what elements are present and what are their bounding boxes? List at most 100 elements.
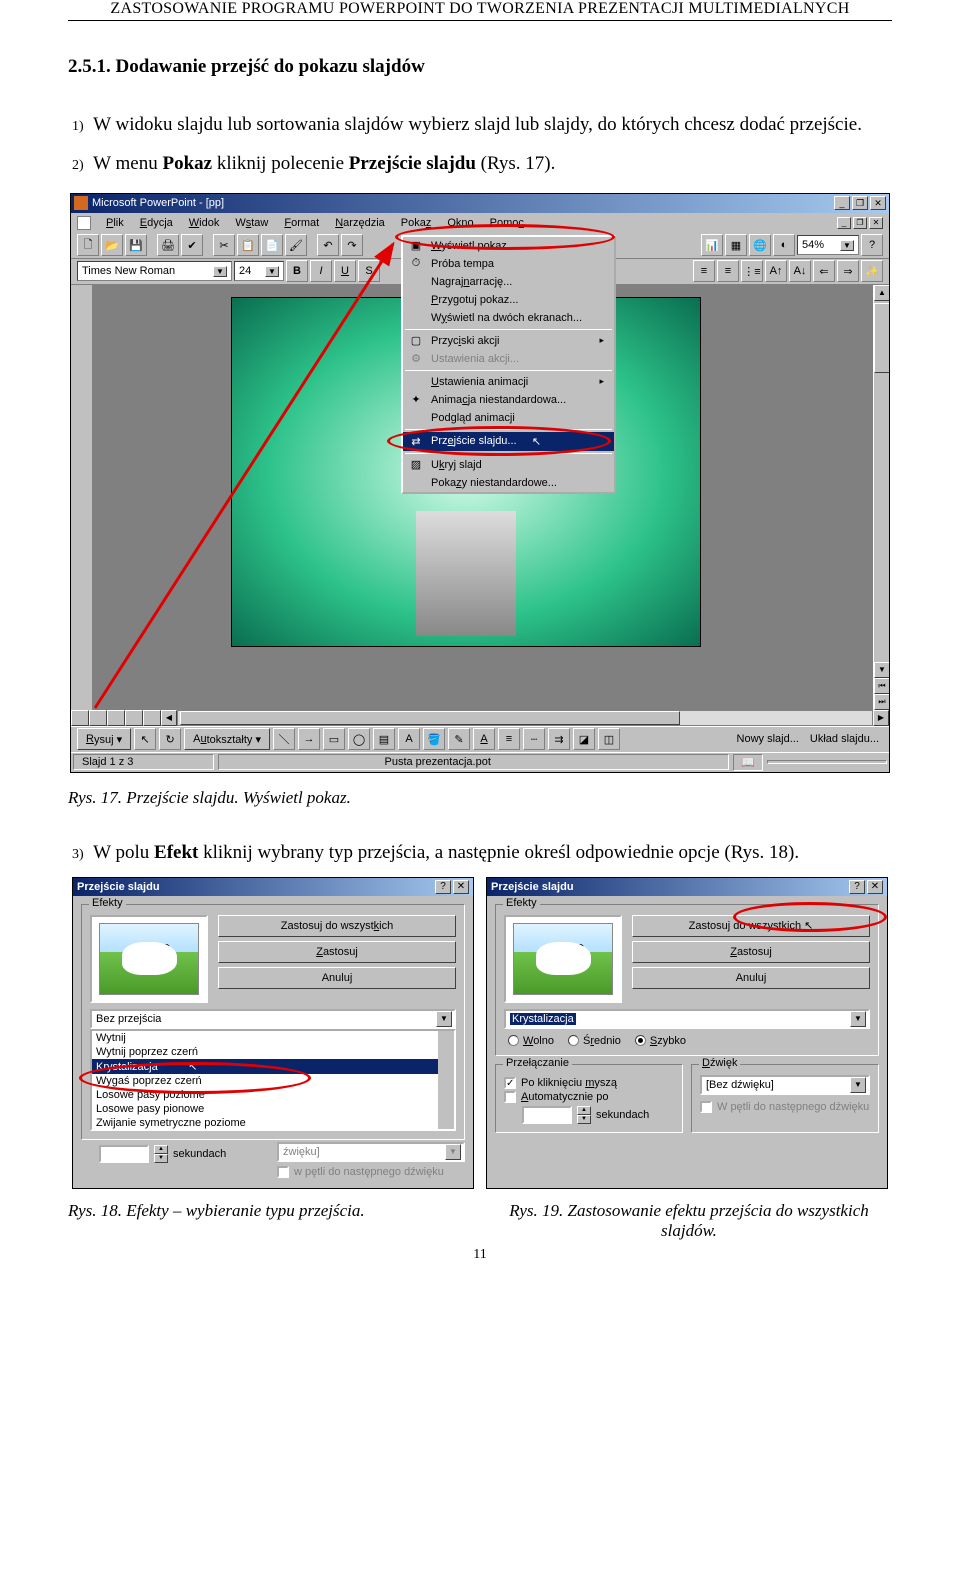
menu-pokazy-niestandardowe[interactable]: Pokazy niestandardowe... (403, 474, 614, 492)
bullets-button[interactable]: ⋮≡ (741, 260, 763, 282)
minimize-button[interactable]: _ (834, 196, 850, 210)
apply-all-button-right[interactable]: Zastosuj do wszystkich ↖ (632, 915, 870, 937)
normal-view-button[interactable] (71, 710, 89, 726)
list-item-selected[interactable]: Krystalizacja ↖ (92, 1059, 454, 1074)
select-tool-button[interactable]: ↖ (134, 728, 156, 750)
cancel-button-left[interactable]: Anuluj (218, 967, 456, 989)
zoom-combo[interactable]: 54%▼ (797, 235, 859, 255)
dialog-help-button[interactable]: ? (435, 880, 451, 894)
menu-narzedzia[interactable]: Narzędzia (328, 216, 392, 230)
arrow-tool-button[interactable]: → (298, 728, 320, 750)
list-item[interactable]: Wytnij (92, 1031, 454, 1045)
menu-plik[interactable]: Plik (99, 216, 131, 230)
spellcheck-button[interactable]: ✔ (181, 234, 203, 256)
sound-combo-right[interactable]: [Bez dźwięku]▼ (700, 1075, 870, 1095)
menu-okno[interactable]: Okno (440, 216, 480, 230)
outline-view-button[interactable] (89, 710, 107, 726)
show-view-button[interactable] (143, 710, 161, 726)
insert-chart-button[interactable]: 📊 (701, 234, 723, 256)
insert-table-button[interactable]: ▦ (725, 234, 747, 256)
menu-przygotuj-pokaz[interactable]: Przygotuj pokaz... (403, 291, 614, 309)
menu-wyswietl-pokaz[interactable]: ▣Wyświetl pokaz (403, 237, 614, 255)
dialog-close-button[interactable]: ✕ (453, 880, 469, 894)
line-tool-button[interactable]: ＼ (273, 728, 295, 750)
menu-proba-tempa[interactable]: ⏱Próba tempa (403, 255, 614, 273)
decrease-font-button[interactable]: A↓ (789, 260, 811, 282)
apply-all-button-left[interactable]: Zastosuj do wszystkich (218, 915, 456, 937)
undo-button[interactable]: ↶ (317, 234, 339, 256)
apply-button-left[interactable]: Zastosuj (218, 941, 456, 963)
scroll-left-button[interactable]: ◀ (161, 710, 177, 726)
increase-font-button[interactable]: A↑ (765, 260, 787, 282)
open-button[interactable]: 📂 (101, 234, 123, 256)
autoshapes-button[interactable]: Autokształty ▾ (184, 728, 270, 750)
fontsize-combo[interactable]: 24▼ (234, 261, 284, 281)
new-slide-link[interactable]: Nowy slajd... (733, 733, 803, 745)
effect-listbox-left[interactable]: Wytnij Wytnij poprzez czerń Krystalizacj… (90, 1029, 456, 1131)
sound-combo-left[interactable]: źwięku]▼ (277, 1142, 465, 1162)
list-item[interactable]: Wytnij poprzez czerń (92, 1045, 454, 1059)
list-item[interactable]: Wygaś poprzez czerń (92, 1074, 454, 1088)
effect-preview-right[interactable] (504, 915, 622, 1003)
menu-edycja[interactable]: Edycja (133, 216, 180, 230)
save-button[interactable]: 💾 (125, 234, 147, 256)
seconds-input-right[interactable] (522, 1106, 572, 1124)
seconds-spin-buttons[interactable]: ▲▼ (154, 1145, 168, 1163)
layout-link[interactable]: Układ slajdu... (806, 733, 883, 745)
fontcolor-tool-button[interactable]: A (473, 728, 495, 750)
menu-animacja-niestandardowa[interactable]: ✦Animacja niestandardowa... (403, 391, 614, 409)
scroll-right-button[interactable]: ▶ (873, 710, 889, 726)
menu-pokaz[interactable]: Pokaz (394, 216, 439, 230)
checkbox-click[interactable]: ✓Po kliknięciu myszą (504, 1077, 674, 1089)
dialog-help-button[interactable]: ? (849, 880, 865, 894)
font-combo[interactable]: Times New Roman▼ (77, 261, 232, 281)
italic-button[interactable]: I (310, 260, 332, 282)
horizontal-scrollbar[interactable] (177, 710, 873, 726)
dialog-close-button[interactable]: ✕ (867, 880, 883, 894)
print-button[interactable]: 🖨 (157, 234, 179, 256)
textbox-tool-button[interactable]: ▤ (373, 728, 395, 750)
menu-ukryj-slajd[interactable]: ▨Ukryj slajd (403, 456, 614, 474)
cancel-button-right[interactable]: Anuluj (632, 967, 870, 989)
mdi-close[interactable]: ✕ (869, 217, 883, 229)
shadow-tool-button[interactable]: ◪ (573, 728, 595, 750)
list-item[interactable]: Losowe pasy poziome (92, 1088, 454, 1102)
status-book-icon[interactable]: 📖 (733, 754, 763, 771)
menu-przyciski-akcji[interactable]: ▢Przyciski akcji▸ (403, 332, 614, 350)
menu-dwa-ekrany[interactable]: Wyświetl na dwóch ekranach... (403, 309, 614, 327)
rect-tool-button[interactable]: ▭ (323, 728, 345, 750)
rotate-tool-button[interactable]: ↻ (159, 728, 181, 750)
seconds-input-left[interactable] (99, 1145, 149, 1163)
effect-combo-left[interactable]: Bez przejścia▼ (90, 1009, 456, 1029)
apply-button-right[interactable]: Zastosuj (632, 941, 870, 963)
sorter-view-button[interactable] (107, 710, 125, 726)
close-button[interactable]: ✕ (870, 196, 886, 210)
wordart-tool-button[interactable]: A (398, 728, 420, 750)
web-button[interactable]: 🌐 (749, 234, 771, 256)
radio-szybko[interactable]: Szybko (635, 1035, 686, 1047)
vertical-scrollbar[interactable]: ▲ ▼⏮⏭ (873, 285, 889, 710)
linecolor-tool-button[interactable]: ✎ (448, 728, 470, 750)
menu-pomoc[interactable]: Pomoc (483, 216, 531, 230)
checkbox-auto[interactable]: Automatycznie po (504, 1091, 674, 1103)
effects-button[interactable]: ✨ (861, 260, 883, 282)
mdi-restore[interactable]: ❐ (853, 217, 867, 229)
list-item[interactable]: Losowe pasy pionowe (92, 1102, 454, 1116)
effect-preview-left[interactable] (90, 915, 208, 1003)
mdi-minimize[interactable]: _ (837, 217, 851, 229)
draw-menu-button[interactable]: Rysuj ▾ (77, 728, 131, 750)
menu-podglad-animacji[interactable]: Podgląd animacji (403, 409, 614, 427)
shadow-button[interactable]: S (358, 260, 380, 282)
3d-tool-button[interactable]: ◫ (598, 728, 620, 750)
help-button[interactable]: ? (861, 234, 883, 256)
menu-wstaw[interactable]: Wstaw (228, 216, 275, 230)
radio-srednio[interactable]: Średnio (568, 1035, 621, 1047)
menu-widok[interactable]: Widok (182, 216, 227, 230)
menu-format[interactable]: Format (277, 216, 326, 230)
paste-button[interactable]: 📄 (261, 234, 283, 256)
menu-ustawienia-animacji[interactable]: Ustawienia animacji▸ (403, 373, 614, 391)
list-item[interactable]: Zwijanie symetryczne poziome (92, 1116, 454, 1130)
new-button[interactable]: 🗋 (77, 234, 99, 256)
effect-combo-right[interactable]: Krystalizacja▼ (504, 1009, 870, 1029)
dashstyle-tool-button[interactable]: ┄ (523, 728, 545, 750)
